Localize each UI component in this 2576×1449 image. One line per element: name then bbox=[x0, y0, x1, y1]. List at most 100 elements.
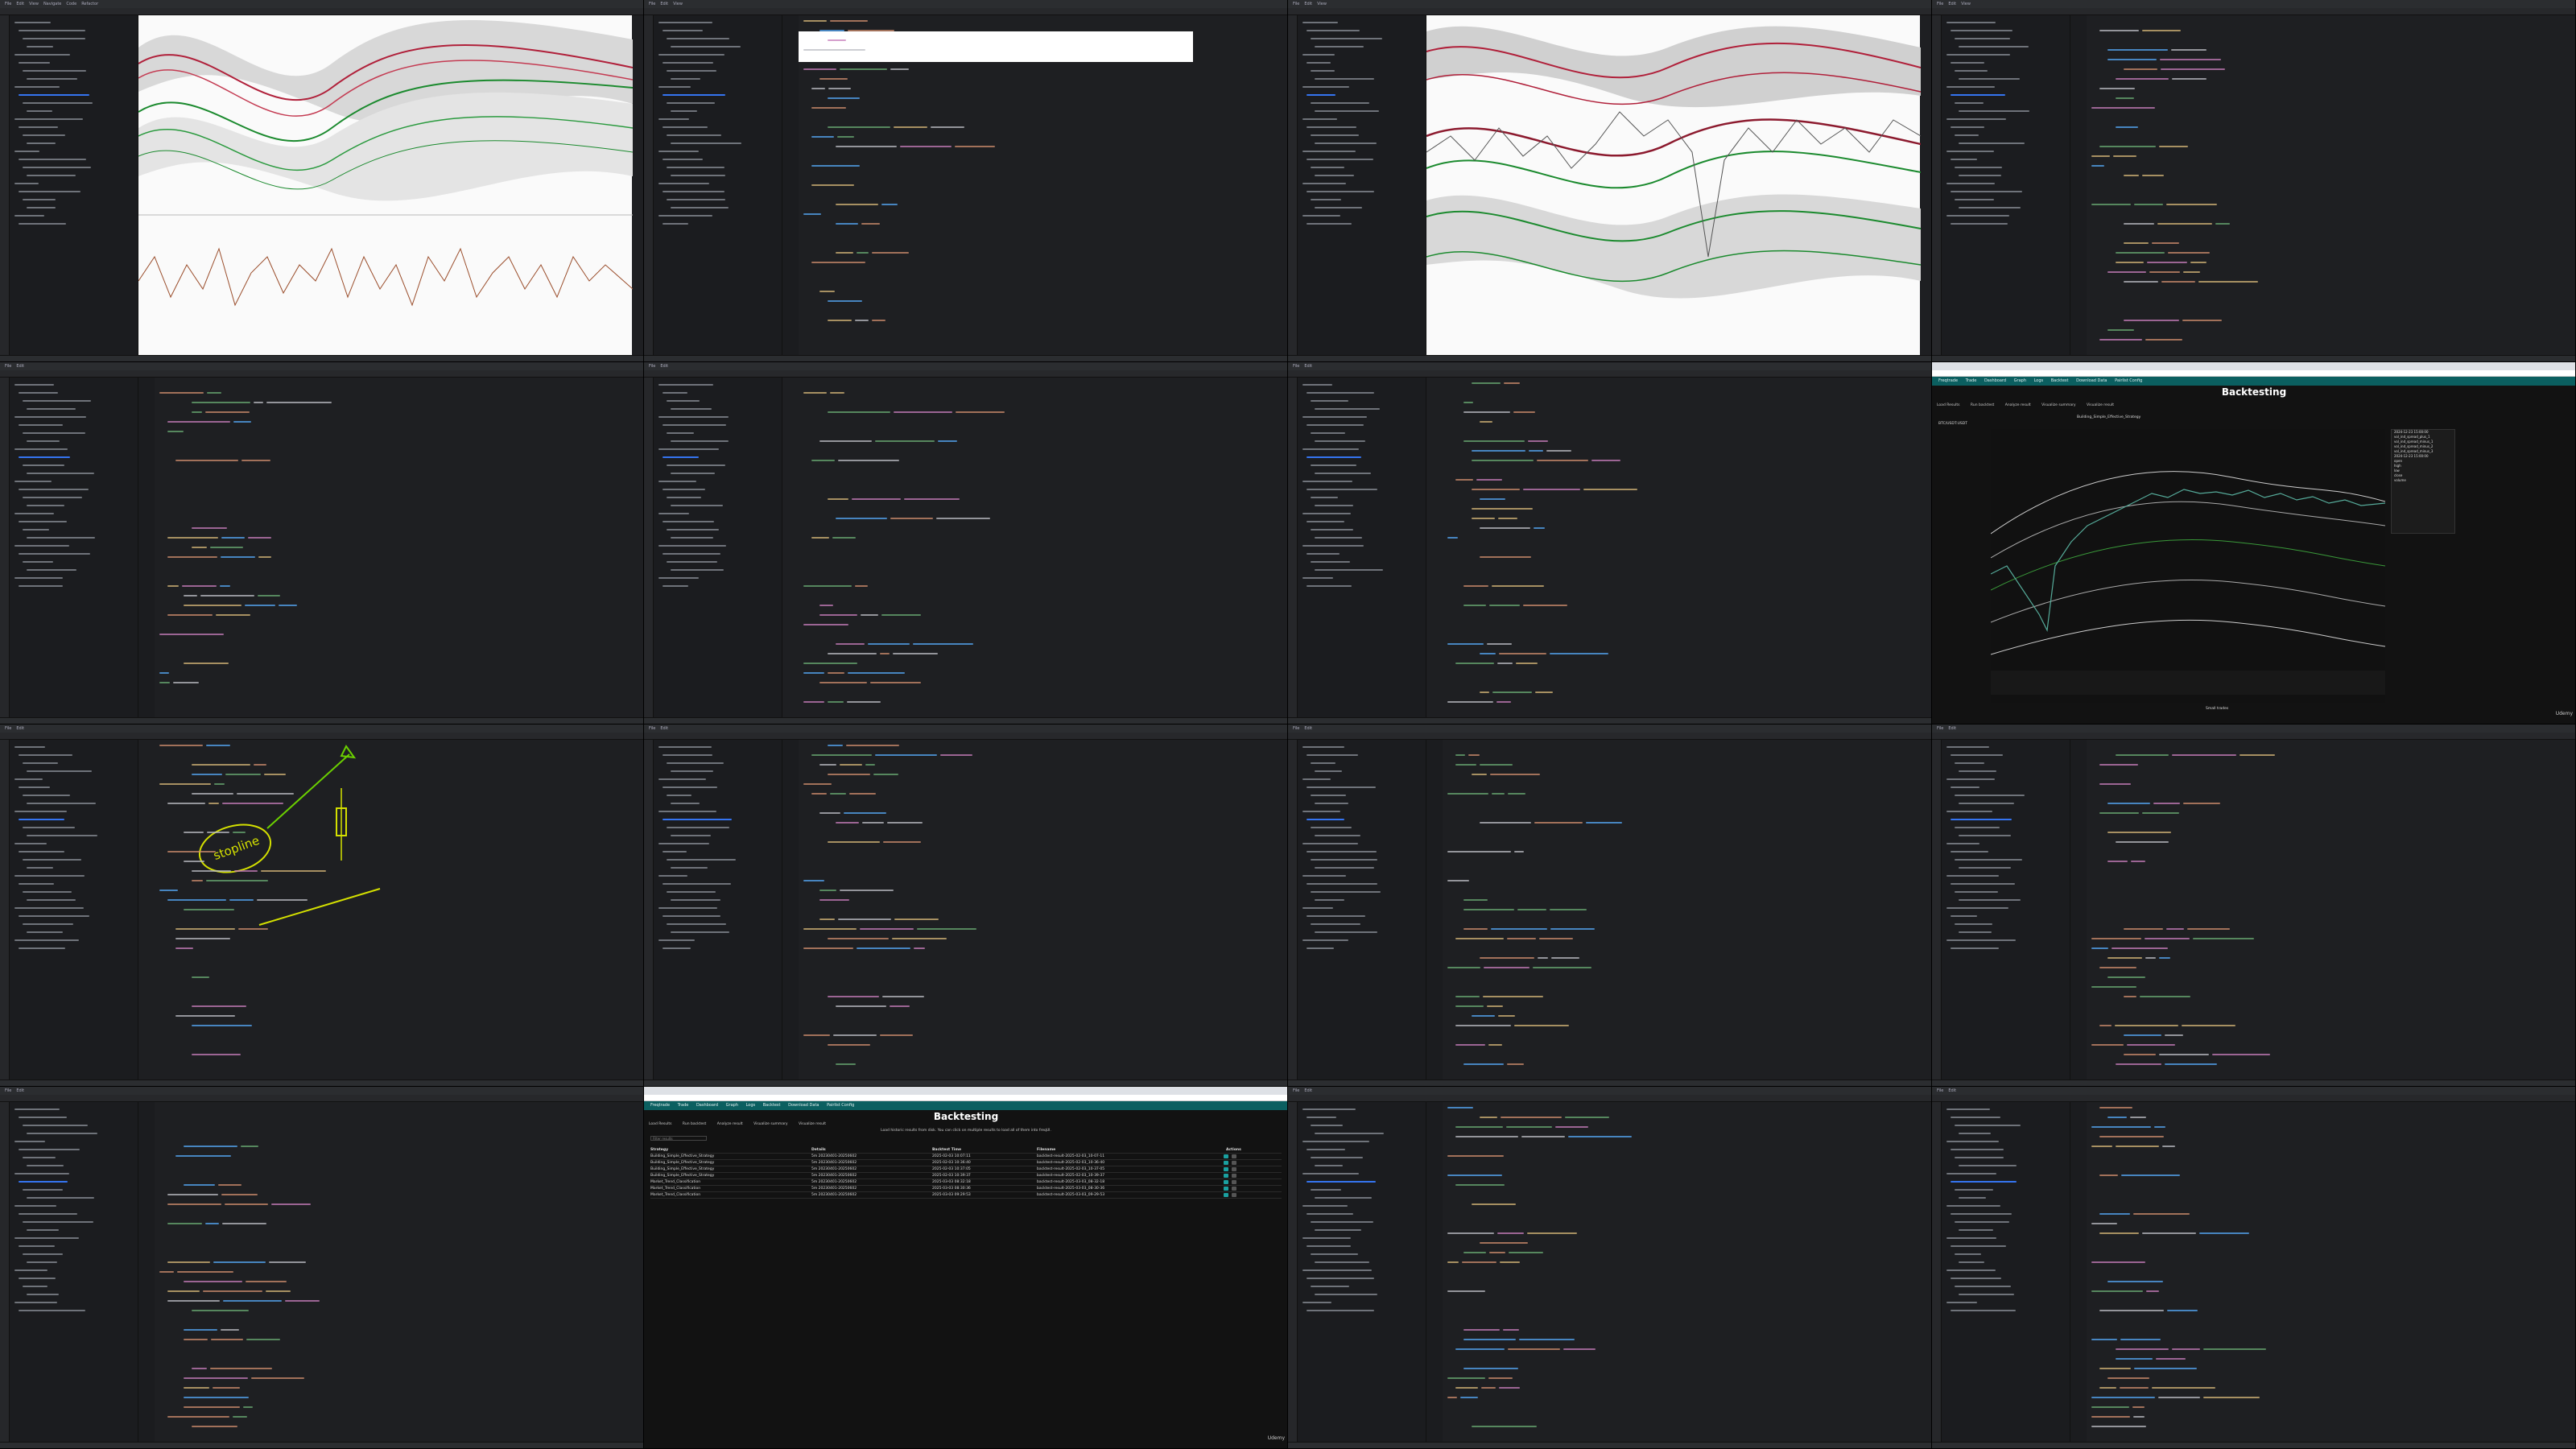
tree-item[interactable] bbox=[1315, 1165, 1343, 1166]
terminal[interactable] bbox=[782, 378, 1287, 717]
tree-item[interactable] bbox=[27, 1165, 64, 1166]
tree-item[interactable] bbox=[658, 86, 691, 88]
project-tree[interactable] bbox=[1298, 1102, 1426, 1442]
table-row[interactable]: Building_Simple_Effective_Strategy 5m 202… bbox=[650, 1173, 1282, 1179]
tree-item[interactable] bbox=[1946, 1108, 1990, 1110]
tree-item[interactable] bbox=[1315, 473, 1371, 474]
tree-item[interactable] bbox=[19, 456, 70, 458]
tab-visualize-summary[interactable]: Visualize summary bbox=[753, 1122, 787, 1126]
tree-item[interactable] bbox=[27, 175, 76, 176]
tree-item[interactable] bbox=[1311, 1157, 1363, 1158]
nav-dashboard[interactable]: Dashboard bbox=[1984, 378, 2006, 383]
tree-item[interactable] bbox=[1955, 827, 2000, 828]
tree-item[interactable] bbox=[671, 473, 715, 474]
tree-item[interactable] bbox=[663, 585, 688, 587]
tree-item[interactable] bbox=[19, 1310, 85, 1311]
tree-item[interactable] bbox=[663, 851, 687, 852]
tree-item[interactable] bbox=[671, 207, 729, 208]
browser-tabs[interactable] bbox=[1932, 362, 2575, 370]
table-row[interactable]: Market_Trend_Classification 5m 20230401-2… bbox=[650, 1192, 1282, 1199]
tree-item[interactable] bbox=[1307, 851, 1377, 852]
tree-item[interactable] bbox=[1955, 1189, 1993, 1191]
tree-item[interactable] bbox=[658, 448, 719, 450]
tree-item[interactable] bbox=[23, 38, 85, 39]
tree-item[interactable] bbox=[1959, 175, 2001, 176]
tree-item[interactable] bbox=[1946, 1302, 1977, 1303]
tree-item[interactable] bbox=[14, 1237, 79, 1239]
tree-item[interactable] bbox=[14, 843, 47, 844]
tree-item[interactable] bbox=[1955, 891, 1998, 893]
nav-download[interactable]: Download Data bbox=[2076, 378, 2107, 383]
tree-item[interactable] bbox=[1307, 94, 1335, 96]
tree-item[interactable] bbox=[671, 899, 720, 901]
tree-item[interactable] bbox=[1959, 899, 2021, 901]
tree-item[interactable] bbox=[23, 1189, 63, 1191]
tree-item[interactable] bbox=[23, 1286, 47, 1287]
tab-analyze[interactable]: Analyze result bbox=[717, 1122, 743, 1126]
brand-label[interactable]: Freqtrade bbox=[1938, 378, 1958, 383]
tree-item[interactable] bbox=[1311, 891, 1381, 893]
project-tree[interactable] bbox=[1942, 740, 2070, 1080]
tree-item[interactable] bbox=[1946, 22, 1996, 23]
tree-item[interactable] bbox=[667, 529, 719, 530]
tab-load-results[interactable]: Load Results bbox=[649, 1122, 671, 1126]
tree-item[interactable] bbox=[1307, 456, 1361, 458]
tree-item[interactable] bbox=[19, 883, 54, 885]
tree-item[interactable] bbox=[23, 561, 53, 563]
tree-item[interactable] bbox=[27, 931, 63, 933]
tree-item[interactable] bbox=[663, 456, 699, 458]
tree-item[interactable] bbox=[1955, 923, 1992, 925]
tree-item[interactable] bbox=[1302, 907, 1333, 909]
tree-item[interactable] bbox=[1946, 746, 1989, 748]
address-bar[interactable] bbox=[1932, 370, 2575, 377]
tree-item[interactable] bbox=[14, 54, 70, 56]
tree-item[interactable] bbox=[671, 803, 700, 804]
tree-item[interactable] bbox=[19, 819, 64, 820]
tree-item[interactable] bbox=[1315, 1294, 1377, 1295]
tree-item[interactable] bbox=[1951, 30, 2013, 31]
tree-item[interactable] bbox=[671, 537, 713, 539]
tree-item[interactable] bbox=[663, 392, 687, 394]
tree-item[interactable] bbox=[1311, 762, 1335, 764]
tree-item[interactable] bbox=[14, 907, 84, 909]
tree-item[interactable] bbox=[1946, 939, 2016, 941]
tree-item[interactable] bbox=[19, 1213, 77, 1215]
tree-item[interactable] bbox=[27, 408, 76, 410]
tree-item[interactable] bbox=[667, 464, 725, 466]
tree-item[interactable] bbox=[663, 223, 688, 225]
tree-item[interactable] bbox=[19, 30, 85, 31]
tree-item[interactable] bbox=[1951, 191, 2022, 192]
tree-item[interactable] bbox=[667, 38, 729, 39]
tree-item[interactable] bbox=[23, 1125, 88, 1126]
tree-item[interactable] bbox=[1311, 1125, 1343, 1126]
nav-download[interactable]: Download Data bbox=[788, 1103, 819, 1108]
tree-item[interactable] bbox=[1955, 795, 2025, 796]
project-tree[interactable] bbox=[654, 740, 782, 1080]
tree-item[interactable] bbox=[1955, 70, 1988, 72]
tree-item[interactable] bbox=[19, 851, 64, 852]
tree-item[interactable] bbox=[23, 464, 64, 466]
tree-item[interactable] bbox=[1311, 1253, 1358, 1255]
tree-item[interactable] bbox=[1951, 62, 1984, 64]
nav-trade[interactable]: Trade bbox=[678, 1103, 689, 1108]
tree-item[interactable] bbox=[14, 1269, 47, 1271]
tree-item[interactable] bbox=[23, 102, 93, 104]
tree-item[interactable] bbox=[663, 126, 708, 128]
tree-item[interactable] bbox=[1951, 915, 1977, 917]
tree-item[interactable] bbox=[667, 762, 724, 764]
tree-item[interactable] bbox=[1951, 1117, 2000, 1118]
tree-item[interactable] bbox=[1959, 867, 2011, 869]
tree-item[interactable] bbox=[667, 827, 729, 828]
tree-item[interactable] bbox=[1959, 1133, 1991, 1134]
tree-item[interactable] bbox=[671, 46, 741, 47]
tree-item[interactable] bbox=[14, 384, 54, 386]
tree-item[interactable] bbox=[658, 577, 699, 579]
tree-item[interactable] bbox=[1951, 819, 2012, 820]
browser-tabs[interactable] bbox=[644, 1087, 1287, 1095]
tree-item[interactable] bbox=[667, 497, 701, 498]
tree-item[interactable] bbox=[658, 54, 724, 56]
tree-item[interactable] bbox=[27, 110, 52, 112]
tree-item[interactable] bbox=[658, 545, 726, 547]
tree-item[interactable] bbox=[19, 521, 67, 522]
pair-label[interactable]: BTC/USDT:USDT bbox=[1938, 422, 1967, 426]
